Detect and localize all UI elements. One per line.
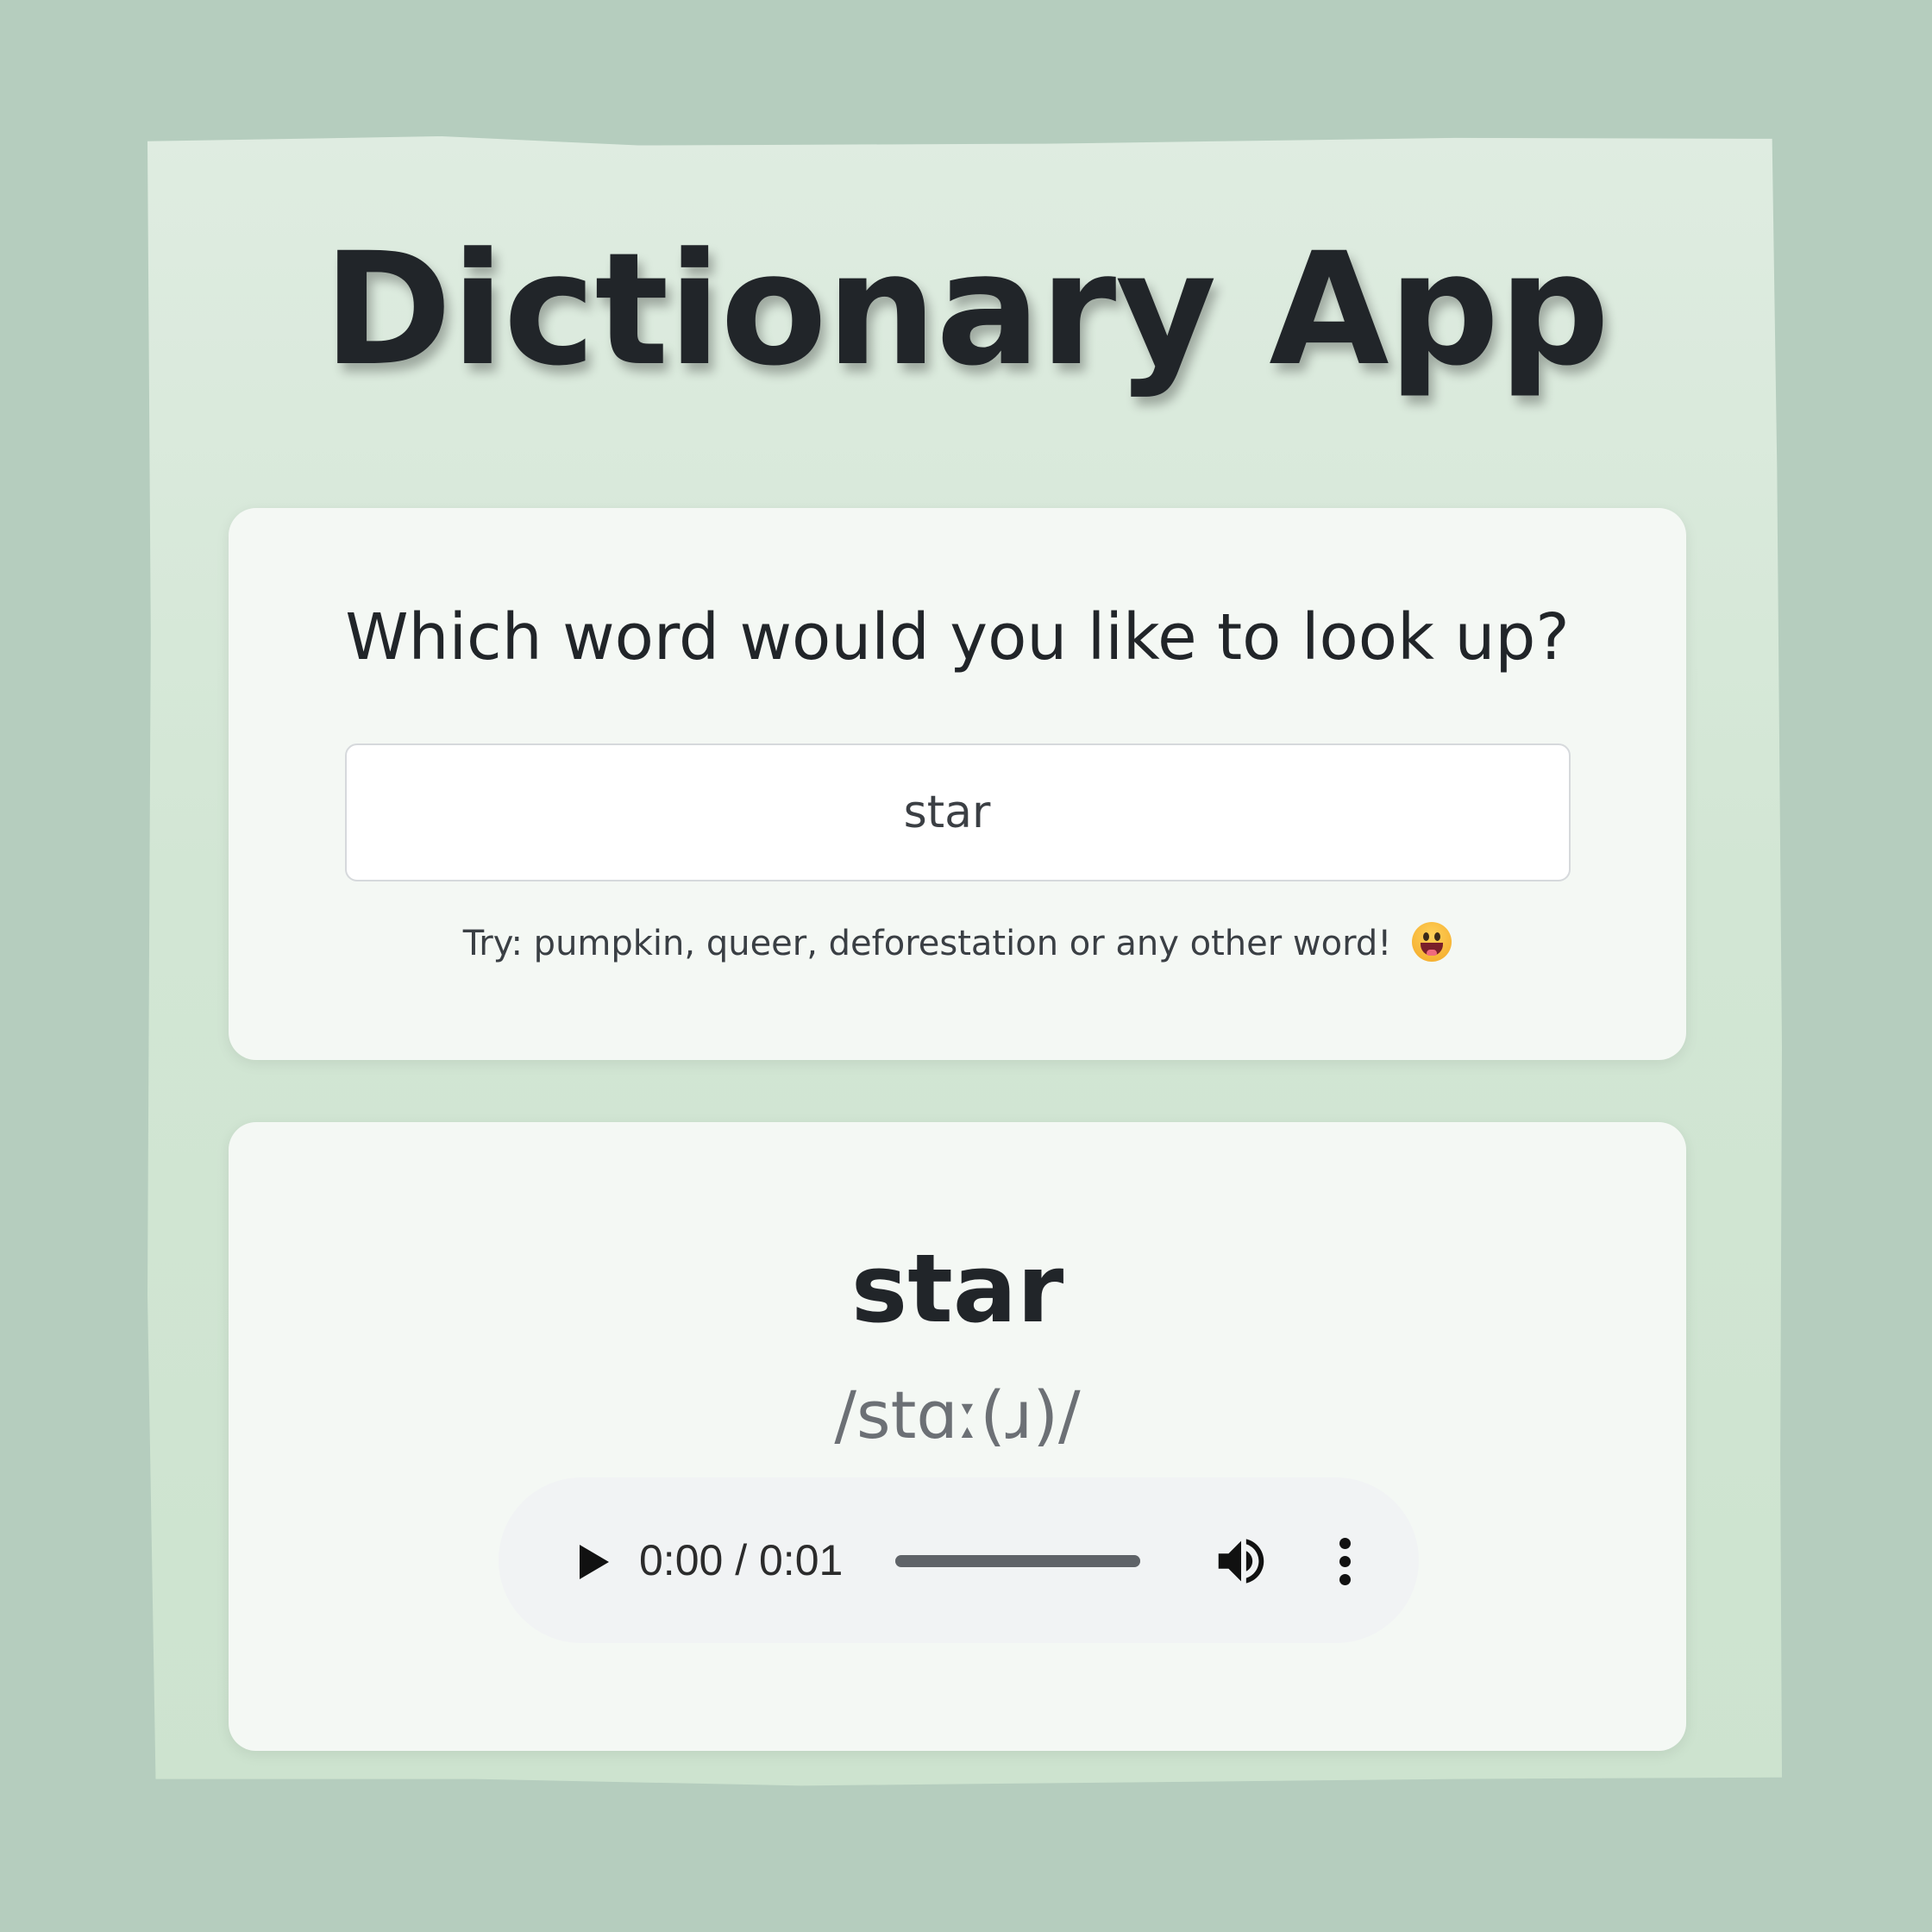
audio-time: 0:00 / 0:01 — [639, 1536, 844, 1584]
grinning-face-with-tongue-icon — [1412, 922, 1452, 962]
search-card: Which word would you like to look up? Tr… — [229, 508, 1686, 1060]
search-hint-text: Try: pumpkin, queer, deforestation or an… — [462, 924, 1392, 963]
result-card: star /stɑː(ɹ)/ 0:00 / 0:01 — [229, 1122, 1686, 1751]
search-question: Which word would you like to look up? — [345, 600, 1570, 674]
search-hint: Try: pumpkin, queer, deforestation or an… — [229, 918, 1686, 969]
search-input[interactable] — [345, 743, 1571, 881]
audio-player[interactable]: 0:00 / 0:01 — [499, 1477, 1419, 1643]
play-icon[interactable] — [561, 1529, 623, 1591]
result-word: star — [850, 1233, 1064, 1344]
more-vert-icon[interactable] — [1328, 1531, 1363, 1591]
volume-icon[interactable] — [1211, 1531, 1271, 1591]
app-title: Dictionary App — [323, 220, 1610, 400]
audio-seek-slider[interactable] — [895, 1555, 1140, 1567]
audio-seek-fill — [895, 1555, 1140, 1567]
result-phonetic: /stɑː(ɹ)/ — [834, 1377, 1081, 1453]
